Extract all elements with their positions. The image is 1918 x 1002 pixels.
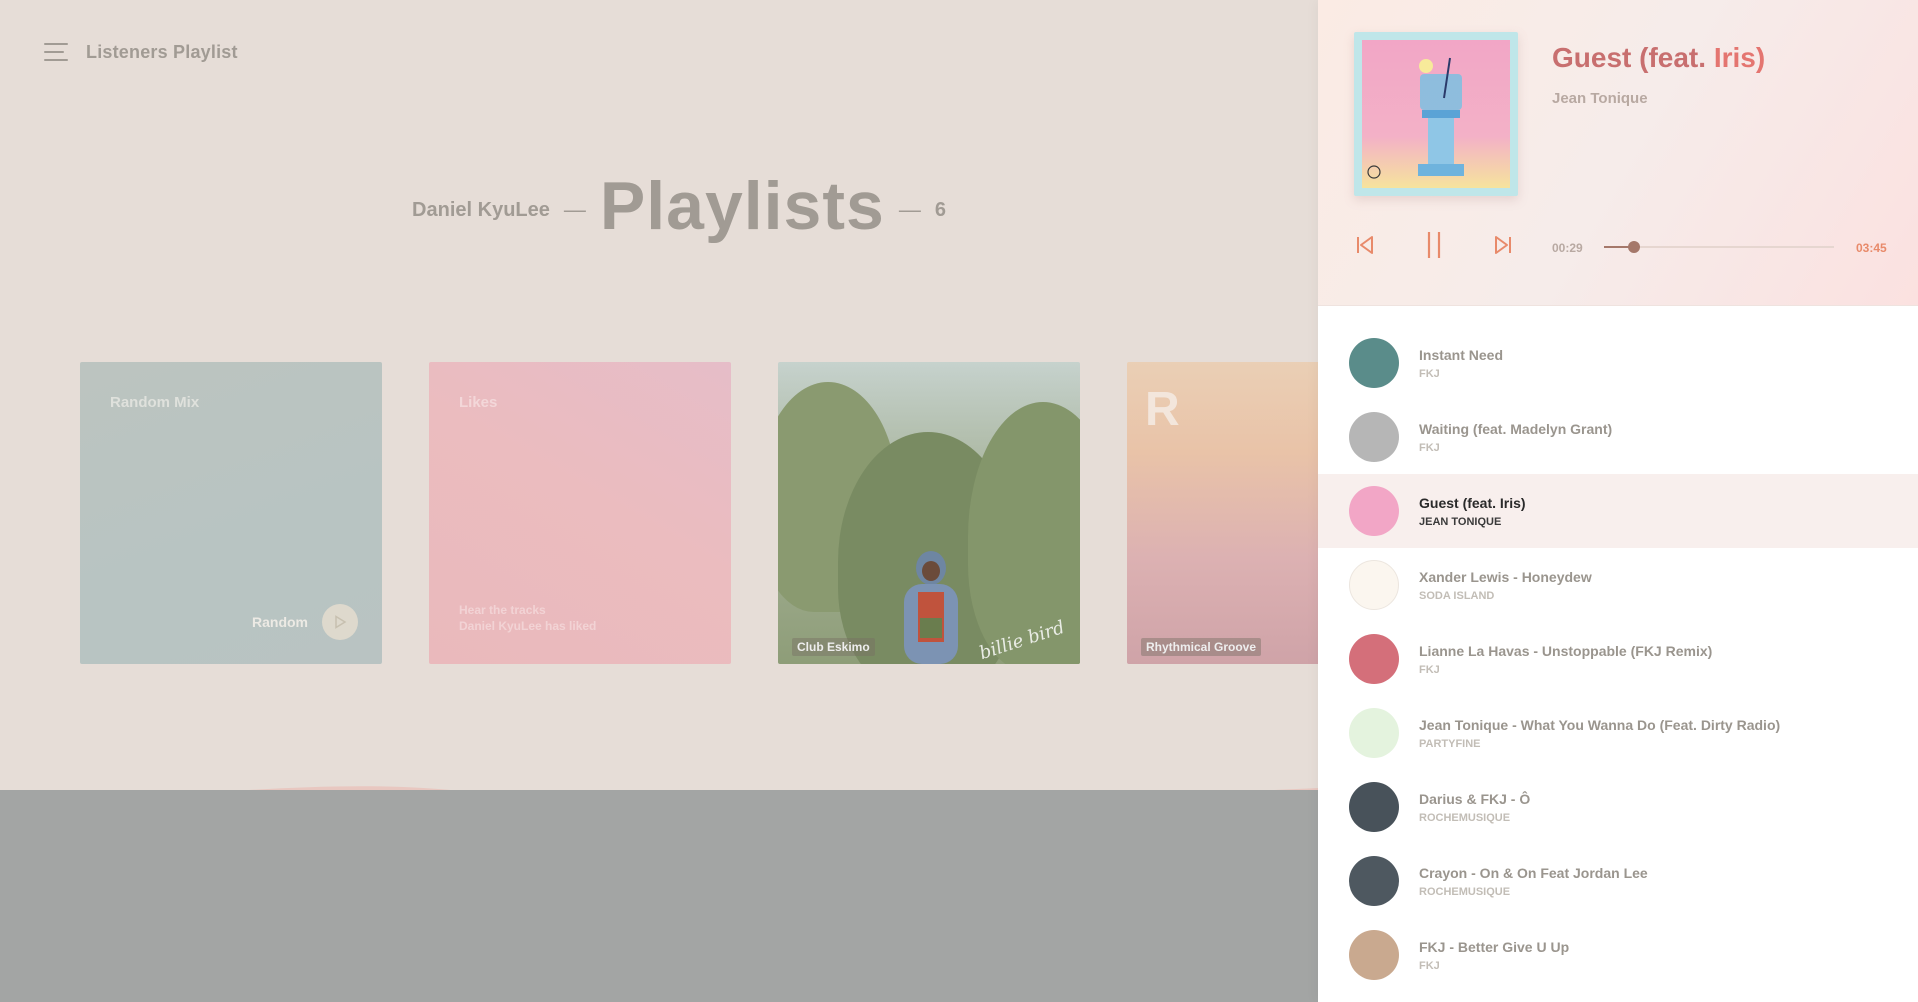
now-playing-title-main: Guest (feat.	[1552, 42, 1714, 73]
track-title: Guest (feat. Iris)	[1419, 494, 1526, 511]
now-playing-artist[interactable]: Jean Tonique	[1552, 90, 1648, 107]
progress-handle[interactable]	[1627, 241, 1640, 253]
track-thumbnail	[1349, 930, 1399, 980]
card-title: Likes	[459, 394, 498, 411]
track-artist: ROCHEMUSIQUE	[1419, 885, 1511, 898]
track-text: FKJ - Better Give U Up FKJ	[1419, 939, 1569, 972]
skip-forward-icon	[1495, 236, 1511, 254]
playlist-cards: Random Mix Random Likes Hear the tracks …	[80, 362, 1318, 664]
previous-button[interactable]	[1356, 235, 1374, 255]
track-row[interactable]: FKJ - Better Give U Up FKJ	[1318, 918, 1918, 992]
card-title: Random Mix	[110, 394, 200, 411]
playlist-card-rhythmical-groove[interactable]: R Rhythmical Groove	[1127, 362, 1318, 664]
track-artist: SODA ISLAND	[1419, 589, 1495, 602]
track-row[interactable]: Waiting (feat. Madelyn Grant) FKJ	[1318, 400, 1918, 474]
track-row[interactable]: Jean Tonique - What You Wanna Do (Feat. …	[1318, 696, 1918, 770]
total-time: 03:45	[1856, 241, 1887, 255]
pause-icon	[1427, 232, 1441, 258]
track-text: Jean Tonique - What You Wanna Do (Feat. …	[1419, 717, 1780, 750]
pause-button[interactable]	[1426, 230, 1442, 260]
playlist-count: 6	[934, 198, 946, 221]
track-list: Instant Need FKJ Waiting (feat. Madelyn Gr…	[1318, 326, 1918, 992]
artist-figure	[904, 551, 958, 664]
track-text: Xander Lewis - Honeydew SODA ISLAND	[1419, 569, 1592, 602]
track-title: Darius & FKJ - Ô	[1419, 790, 1531, 807]
track-artist: ROCHEMUSIQUE	[1419, 811, 1511, 824]
track-row[interactable]: Instant Need FKJ	[1318, 326, 1918, 400]
main-area: Listeners Playlist Daniel KyuLee — Playl…	[0, 0, 1318, 1002]
play-button[interactable]	[322, 604, 358, 640]
track-title: Xander Lewis - Honeydew	[1419, 568, 1592, 585]
track-artist: FKJ	[1419, 367, 1440, 380]
heading-dash: —	[898, 197, 921, 222]
track-artist: FKJ	[1419, 441, 1440, 454]
album-art	[1362, 40, 1510, 188]
track-title: Crayon - On & On Feat Jordan Lee	[1419, 864, 1648, 881]
player-panel: Guest (feat. Iris) Jean Tonique 00:29 03…	[1318, 0, 1918, 1002]
track-thumbnail	[1349, 856, 1399, 906]
track-thumbnail	[1349, 782, 1399, 832]
card-tag: Club Eskimo	[792, 638, 875, 656]
track-row[interactable]: Lianne La Havas - Unstoppable (FKJ Remix…	[1318, 622, 1918, 696]
progress-bar[interactable]	[1604, 241, 1834, 253]
track-text: Lianne La Havas - Unstoppable (FKJ Remix…	[1419, 643, 1712, 676]
album-cover	[1354, 32, 1518, 196]
track-text: Guest (feat. Iris) JEAN TONIQUE	[1419, 495, 1526, 528]
track-row[interactable]: Guest (feat. Iris) JEAN TONIQUE	[1318, 474, 1918, 548]
page-heading: Daniel KyuLee — Playlists — 6	[0, 172, 1318, 240]
playlist-owner[interactable]: Daniel KyuLee	[412, 199, 550, 222]
track-artist: JEAN TONIQUE	[1419, 515, 1502, 528]
top-bar: Listeners Playlist	[44, 40, 238, 64]
random-label: Random	[252, 614, 308, 630]
track-row[interactable]: Crayon - On & On Feat Jordan Lee ROCHEMUS…	[1318, 844, 1918, 918]
footer	[0, 790, 1318, 1002]
track-title: Waiting (feat. Madelyn Grant)	[1419, 420, 1613, 437]
track-row[interactable]: Xander Lewis - Honeydew SODA ISLAND	[1318, 548, 1918, 622]
page-title: Playlists	[599, 168, 885, 244]
card-description-line: Hear the tracks	[459, 603, 546, 617]
playlist-card-likes[interactable]: Likes Hear the tracks Daniel KyuLee has …	[429, 362, 731, 664]
skip-back-icon	[1357, 236, 1373, 254]
track-row[interactable]: Darius & FKJ - Ô ROCHEMUSIQUE	[1318, 770, 1918, 844]
now-playing-title: Guest (feat. Iris)	[1552, 42, 1765, 74]
playlist-card-club-eskimo[interactable]: billie bird Club Eskimo	[778, 362, 1080, 664]
card-description-line: Daniel KyuLee has liked	[459, 619, 597, 633]
app-title: Listeners Playlist	[86, 41, 238, 62]
album-art-graphic	[1367, 57, 1464, 179]
track-thumbnail	[1349, 634, 1399, 684]
next-button[interactable]	[1494, 235, 1512, 255]
track-title: Jean Tonique - What You Wanna Do (Feat. …	[1419, 716, 1781, 733]
now-playing-title-feat: Iris)	[1713, 42, 1766, 73]
heading-dash: —	[563, 197, 586, 222]
play-icon	[335, 615, 347, 629]
now-playing: Guest (feat. Iris) Jean Tonique 00:29 03…	[1318, 0, 1918, 306]
track-title: FKJ - Better Give U Up	[1419, 938, 1570, 955]
track-artist: PARTYFINE	[1419, 737, 1481, 750]
track-title: Lianne La Havas - Unstoppable (FKJ Remix…	[1419, 642, 1713, 659]
playback-controls	[1356, 230, 1512, 260]
track-text: Waiting (feat. Madelyn Grant) FKJ	[1419, 421, 1612, 454]
menu-icon[interactable]	[44, 43, 68, 61]
random-play-control[interactable]: Random	[252, 604, 358, 640]
current-time: 00:29	[1552, 241, 1583, 255]
track-artist: FKJ	[1419, 959, 1440, 972]
track-text: Darius & FKJ - Ô ROCHEMUSIQUE	[1419, 791, 1530, 824]
track-thumbnail	[1349, 708, 1399, 758]
playlist-card-random-mix[interactable]: Random Mix Random	[80, 362, 382, 664]
track-thumbnail	[1349, 486, 1399, 536]
track-thumbnail	[1349, 560, 1399, 610]
track-text: Crayon - On & On Feat Jordan Lee ROCHEMUS…	[1419, 865, 1648, 898]
sun-shape	[1419, 59, 1433, 73]
track-artist: FKJ	[1419, 663, 1440, 676]
glass-shape	[1420, 74, 1462, 110]
card-description: Hear the tracks Daniel KyuLee has liked	[459, 602, 596, 634]
track-title: Instant Need	[1419, 346, 1504, 363]
track-text: Instant Need FKJ	[1419, 347, 1503, 380]
track-thumbnail	[1349, 338, 1399, 388]
card-letter: R	[1145, 383, 1180, 436]
track-thumbnail	[1349, 412, 1399, 462]
card-tag: Rhythmical Groove	[1141, 638, 1262, 656]
